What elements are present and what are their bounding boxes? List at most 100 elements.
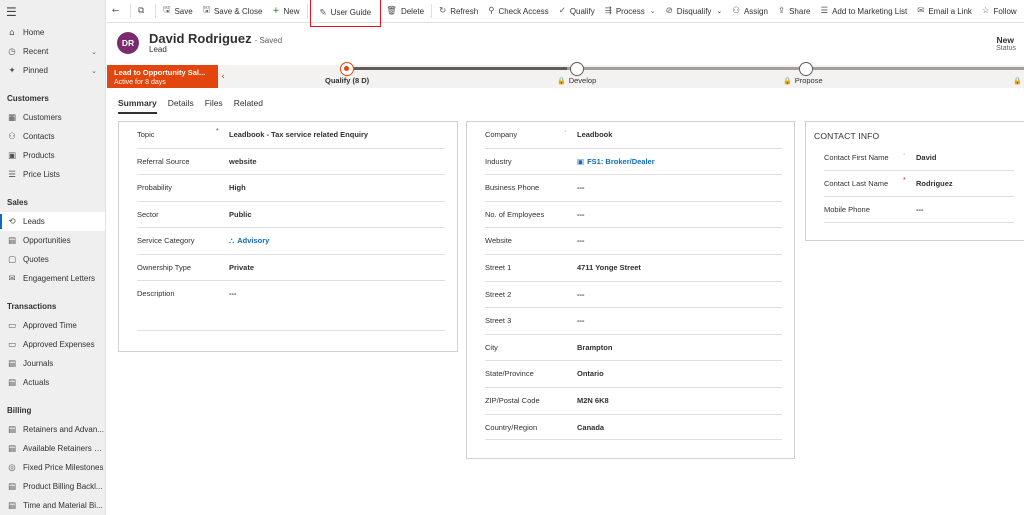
field-value-sector[interactable]: Public <box>229 210 252 219</box>
form-tabs: Summary Details Files Related <box>118 98 274 114</box>
sidebar-item-retainers-and-advan[interactable]: ▤ Retainers and Advan... <box>0 420 105 439</box>
field-label: Service Category <box>137 236 195 245</box>
field-ownership-type: Ownership Type Private <box>137 255 445 281</box>
chevron-left-icon[interactable]: ‹ <box>217 65 228 88</box>
field-value-country-region[interactable]: Canada <box>577 423 604 432</box>
sidebar-item-approved-time[interactable]: ▭ Approved Time <box>0 316 105 335</box>
stage-propose-label[interactable]: 🔒 Propose <box>783 76 823 85</box>
add-to-marketing-list-button[interactable]: ☰ Add to Marketing List <box>815 0 912 23</box>
back-button[interactable]: ← <box>107 0 128 23</box>
user-guide-button[interactable]: ✎ User Guide <box>309 0 382 27</box>
field-value-no-of-employees[interactable]: --- <box>577 210 585 219</box>
tab-related[interactable]: Related <box>234 98 263 114</box>
next-stage-lock: 🔒 <box>1013 76 1024 85</box>
home-icon: ⌂ <box>9 27 15 38</box>
journals-icon: ▤ <box>7 358 17 369</box>
sidebar-item-products[interactable]: ▣ Products <box>0 146 105 165</box>
sidebar-item-product-billing-backl[interactable]: ▤ Product Billing Backl... <box>0 477 105 496</box>
field-label: City <box>485 342 498 352</box>
stage-propose-dot[interactable] <box>799 62 813 76</box>
field-value-mobile-phone[interactable]: --- <box>916 205 924 214</box>
field-value-probability[interactable]: High <box>229 183 246 192</box>
process-button[interactable]: ⇶ Process ⌄ <box>600 0 661 23</box>
sidebar-item-pinned[interactable]: ✦ Pinned ⌄ <box>0 61 105 80</box>
lookup-icon: ⛬ <box>229 236 235 245</box>
sidebar-item-quotes[interactable]: ▢ Quotes <box>0 250 105 269</box>
stage-develop-dot[interactable] <box>570 62 584 76</box>
field-value-referral-source[interactable]: website <box>229 157 257 166</box>
tab-details[interactable]: Details <box>168 98 194 114</box>
sidebar-item-label: Available Retainers a... <box>23 444 105 453</box>
chevron-down-icon[interactable]: ⌄ <box>716 7 722 15</box>
save-button[interactable]: 🖫 Save <box>158 0 197 23</box>
process-icon: ⇶ <box>604 6 612 16</box>
field-value-state-province[interactable]: Ontario <box>577 369 604 378</box>
sidebar-item-price-lists[interactable]: ☰ Price Lists <box>0 165 105 184</box>
sidebar-item-available-retainers-a[interactable]: ▤ Available Retainers a... <box>0 439 105 458</box>
sidebar-item-label: Products <box>23 151 55 160</box>
sidebar-item-opportunities[interactable]: ▤ Opportunities <box>0 231 105 250</box>
field-value-website[interactable]: --- <box>577 236 585 245</box>
field-value-city[interactable]: Brampton <box>577 343 612 352</box>
check-access-button[interactable]: ⚲ Check Access <box>483 0 553 23</box>
hamburger-menu-icon[interactable]: ☰ <box>0 0 105 23</box>
follow-button[interactable]: ☆ Follow <box>977 0 1022 23</box>
field-value-text: Rodriguez <box>916 179 953 188</box>
sidebar-item-home[interactable]: ⌂ Home <box>0 23 105 42</box>
stage-qualify-label[interactable]: Qualify (8 D) <box>325 76 369 85</box>
field-value-street-2[interactable]: --- <box>577 290 585 299</box>
process-duration: Active for 8 days <box>114 79 166 86</box>
sidebar-item-time-and-material-bi[interactable]: ▤ Time and Material Bi... <box>0 496 105 515</box>
field-value-text: website <box>229 156 257 166</box>
field-value-text: --- <box>229 289 237 298</box>
sidebar-item-contacts[interactable]: ⚇ Contacts <box>0 127 105 146</box>
stage-develop-label[interactable]: 🔒 Develop <box>557 76 596 85</box>
field-value-text: Leadbook - Tax service related Enquiry <box>229 130 369 139</box>
tab-files[interactable]: Files <box>205 98 223 114</box>
sidebar-item-approved-expenses[interactable]: ▭ Approved Expenses <box>0 335 105 354</box>
refresh-button[interactable]: ↻ Refresh <box>434 0 483 23</box>
disqualify-button[interactable]: ⊘ Disqualify ⌄ <box>661 0 728 23</box>
field-value-text: --- <box>577 209 585 219</box>
field-value-contact-first-name[interactable]: David <box>916 153 936 162</box>
chevron-down-icon[interactable]: ⌄ <box>650 7 656 15</box>
sidebar-item-journals[interactable]: ▤ Journals <box>0 354 105 373</box>
field-value-company[interactable]: Leadbook <box>577 130 612 139</box>
sidebar-item-leads[interactable]: ⟲ Leads <box>0 212 105 231</box>
sidebar-item-customers[interactable]: ▦ Customers <box>0 108 105 127</box>
field-value-service-category[interactable]: ⛬ Advisory <box>229 236 269 246</box>
button-label: Check Access <box>498 6 549 16</box>
button-label: Save & Close <box>213 6 263 16</box>
field-label: No. of Employees <box>485 209 545 219</box>
field-value-ownership-type[interactable]: Private <box>229 263 254 272</box>
sidebar-item-label: Time and Material Bi... <box>23 501 103 510</box>
sidebar-item-engagement-letters[interactable]: ✉ Engagement Letters <box>0 269 105 288</box>
open-in-new-window-button[interactable]: ⧉ <box>133 0 153 23</box>
share-button[interactable]: ⇪ Share <box>773 0 815 23</box>
field-value-street-3[interactable]: --- <box>577 316 585 325</box>
email-a-link-button[interactable]: ✉ Email a Link <box>912 0 977 23</box>
field-label: Industry <box>485 156 512 166</box>
avatar: DR <box>117 32 139 54</box>
delete-button[interactable]: 🗑 Delete <box>381 0 429 23</box>
sidebar-item-actuals[interactable]: ▤ Actuals <box>0 373 105 392</box>
tab-summary[interactable]: Summary <box>118 98 157 114</box>
sidebar-item-recent[interactable]: ◷ Recent ⌄ <box>0 42 105 61</box>
field-value-industry[interactable]: ▣ FS1: Broker/Dealer <box>577 157 655 166</box>
field-value-business-phone[interactable]: --- <box>577 183 585 192</box>
field-value-topic[interactable]: Leadbook - Tax service related Enquiry <box>229 130 368 139</box>
active-process-flyout[interactable]: Lead to Opportunity Sal... Active for 8 … <box>107 65 217 88</box>
field-value-street-1[interactable]: 4711 Yonge Street <box>577 263 641 272</box>
sidebar-item-label: Customers <box>23 113 62 122</box>
assign-button[interactable]: ⚇ Assign <box>727 0 773 23</box>
sidebar-item-fixed-price-milestones[interactable]: ◎ Fixed Price Milestones <box>0 458 105 477</box>
field-value-zip-postal-code[interactable]: M2N 6K8 <box>577 396 609 405</box>
stage-qualify-dot[interactable] <box>340 62 354 76</box>
new-button[interactable]: + New <box>267 0 304 23</box>
field-value-contact-last-name[interactable]: Rodriguez <box>916 179 953 188</box>
save-close-button[interactable]: 🖫 Save & Close <box>198 0 268 23</box>
qualify-button[interactable]: ✓ Qualify <box>554 0 600 23</box>
email-a-link-icon: ✉ <box>917 6 925 16</box>
field-value-description[interactable]: --- <box>229 289 237 298</box>
user-guide-icon: ✎ <box>319 7 327 18</box>
